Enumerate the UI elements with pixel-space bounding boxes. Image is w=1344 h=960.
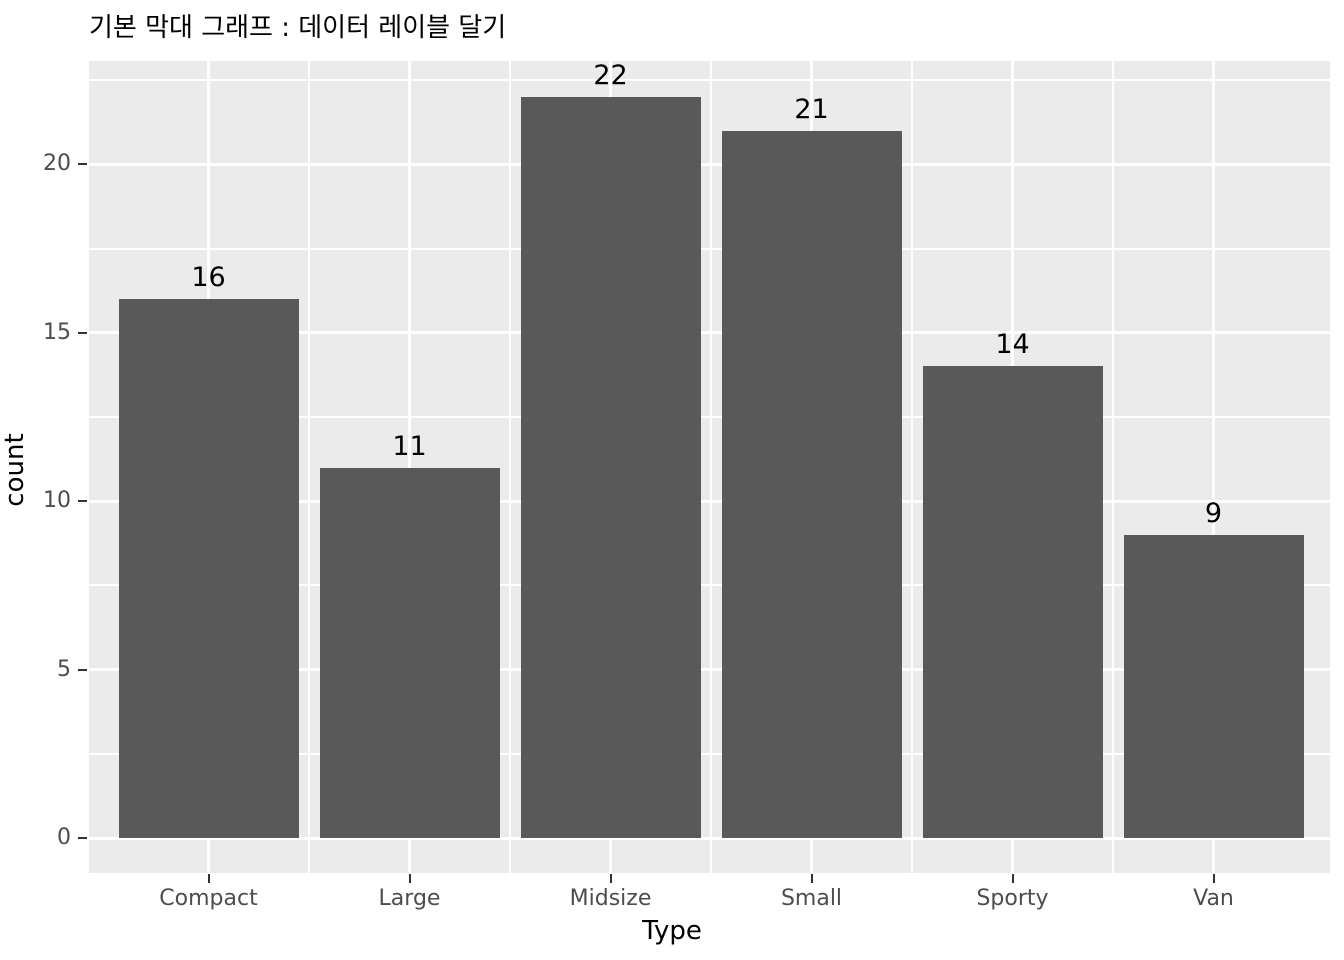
- y-axis-tick-label: 15: [43, 319, 71, 345]
- bar[interactable]: [319, 467, 500, 838]
- x-axis-tick-mark: [408, 874, 411, 883]
- y-axis-tick-mark: [78, 668, 87, 671]
- bar-value-label: 21: [794, 93, 829, 125]
- x-axis-tick-label: Large: [378, 886, 441, 911]
- x-axis-tick-mark: [1011, 874, 1014, 883]
- gridline-minor-vertical: [1112, 61, 1114, 873]
- bar[interactable]: [721, 130, 902, 838]
- chart-title: 기본 막대 그래프 : 데이터 레이블 달기: [89, 13, 507, 43]
- bar[interactable]: [118, 299, 299, 838]
- gridline-minor-vertical: [308, 61, 310, 873]
- y-axis-tick-mark: [78, 837, 87, 839]
- gridline-minor-vertical: [509, 61, 511, 873]
- x-axis-tick-label: Small: [780, 886, 843, 911]
- y-axis-tick-mark: [78, 500, 87, 503]
- x-axis-tick-label: Van: [1193, 886, 1234, 911]
- y-axis-tick-label: 20: [43, 151, 71, 177]
- bar-value-label: 22: [593, 60, 628, 92]
- bar-value-label: 11: [392, 430, 427, 462]
- bar[interactable]: [1123, 534, 1304, 838]
- bar-chart-figure: 기본 막대 그래프 : 데이터 레이블 달기 16 11 22 21 14 9 0 5 10 1…: [0, 0, 1344, 960]
- bar[interactable]: [520, 97, 701, 838]
- x-axis-tick-mark: [207, 874, 210, 883]
- bar-value-label: 9: [1204, 497, 1223, 529]
- x-axis-tick-mark: [810, 874, 813, 883]
- gridline-minor-vertical: [911, 61, 913, 873]
- y-axis-tick-label: 10: [43, 488, 71, 514]
- x-axis-tick-mark: [609, 874, 612, 883]
- x-axis-tick-label: Sporty: [976, 886, 1049, 911]
- y-axis-tick-label: 0: [57, 825, 71, 850]
- plot-panel: [89, 61, 1330, 873]
- x-axis-title: Type: [642, 916, 702, 946]
- bar[interactable]: [922, 366, 1103, 838]
- y-axis-tick-mark: [78, 331, 87, 334]
- y-axis-tick-label: 5: [57, 656, 71, 682]
- x-axis-tick-label: Midsize: [569, 886, 652, 911]
- y-axis-title: count: [0, 433, 30, 507]
- y-axis-tick-mark: [78, 163, 87, 166]
- x-axis-tick-mark: [1212, 874, 1215, 883]
- x-axis-tick-label: Compact: [159, 886, 258, 911]
- bar-value-label: 16: [191, 262, 226, 294]
- bar-value-label: 14: [995, 329, 1030, 361]
- gridline-minor-vertical: [710, 61, 712, 873]
